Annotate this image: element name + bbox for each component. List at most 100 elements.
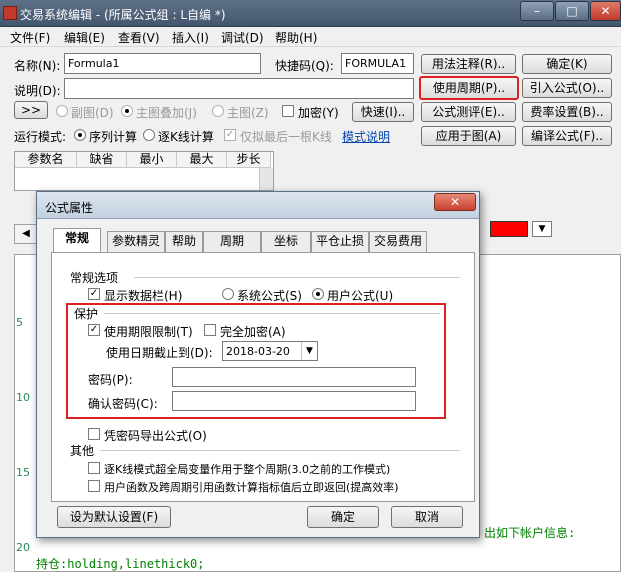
app-icon	[3, 6, 17, 20]
password-label: 密码(P):	[88, 373, 133, 387]
main-chart-radio[interactable]	[212, 105, 224, 117]
menu-bar: 文件(F) 编辑(E) 查看(V) 插入(I) 调试(D) 帮助(H)	[0, 27, 621, 47]
general-options-heading: 常规选项	[70, 271, 119, 285]
dialog-title: 公式属性	[45, 201, 94, 215]
usage-note-button[interactable]: 用法注释(R)..	[421, 54, 516, 74]
menu-edit[interactable]: 编辑(E)	[64, 29, 105, 46]
chevron-down-icon[interactable]: ▼	[301, 342, 317, 360]
name-label: 名称(N):	[14, 59, 61, 73]
formula-properties-dialog: 公式属性 ✕ 常规 参数精灵 帮助 周期 坐标 平仓止损 交易费用 常规选项 ✓…	[36, 191, 480, 538]
tab-period[interactable]: 周期	[203, 231, 261, 252]
line-number-10: 10	[16, 391, 30, 404]
scroll-left-icon[interactable]: ◀	[14, 224, 38, 244]
sequential-radio[interactable]	[74, 129, 86, 141]
expiry-date-picker[interactable]: 2018-03-20 ▼	[222, 341, 318, 361]
formula-test-button[interactable]: 公式测评(E)..	[421, 102, 516, 122]
protection-heading: 保护	[74, 307, 99, 321]
menu-insert[interactable]: 插入(I)	[172, 29, 209, 46]
import-formula-button[interactable]: 引入公式(O)..	[522, 78, 612, 98]
param-header-min: 最小	[127, 152, 177, 168]
tab-trading-fees[interactable]: 交易费用	[369, 231, 427, 252]
main-overlay-radio[interactable]	[121, 105, 133, 117]
compile-formula-button[interactable]: 编译公式(F)..	[522, 126, 612, 146]
other-heading: 其他	[70, 444, 95, 458]
mode-help-link[interactable]: 模式说明	[342, 128, 390, 145]
fee-setting-button[interactable]: 费率设置(B)..	[522, 102, 612, 122]
confirm-button[interactable]: 确定(K)	[522, 54, 612, 74]
use-time-limit-checkbox[interactable]: ✓	[88, 324, 100, 336]
dialog-close-button[interactable]: ✕	[434, 193, 476, 211]
last-bar-only-checkbox[interactable]: ✓	[224, 129, 236, 141]
code-side-text: 出如下帐户信息:	[484, 526, 576, 540]
set-default-button[interactable]: 设为默认设置(F)	[57, 506, 171, 528]
code-line-holding: 持仓:holding,linethick0;	[36, 557, 205, 571]
main-chart-label: 主图(Z)	[227, 106, 269, 120]
global-var-full-period-label: 逐K线模式超全局变量作用于整个周期(3.0之前的工作模式)	[104, 463, 391, 476]
full-encrypt-label: 完全加密(A)	[220, 325, 286, 339]
sequential-label: 序列计算	[89, 130, 138, 144]
confirm-password-input[interactable]	[172, 391, 416, 411]
menu-view[interactable]: 查看(V)	[118, 29, 160, 46]
dialog-ok-button[interactable]: 确定	[307, 506, 379, 528]
param-header-step: 步长	[227, 152, 271, 168]
show-data-bar-checkbox[interactable]: ✓	[88, 288, 100, 300]
global-var-full-period-checkbox[interactable]	[88, 462, 100, 474]
line-number-5: 5	[16, 316, 23, 329]
line-number-20: 20	[16, 541, 30, 554]
param-header-name: 参数名	[15, 152, 77, 168]
encrypt-checkbox[interactable]	[282, 105, 294, 117]
main-overlay-label: 主图叠加(J)	[136, 106, 197, 120]
subchart-label: 副图(D)	[71, 106, 114, 120]
color-dropdown-icon[interactable]: ▼	[532, 221, 552, 237]
user-formula-label: 用户公式(U)	[327, 289, 394, 303]
dialog-tab-strip: 常规 参数精灵 帮助 周期 坐标 平仓止损 交易费用	[51, 228, 471, 253]
dialog-cancel-button[interactable]: 取消	[391, 506, 463, 528]
export-with-password-checkbox[interactable]	[88, 428, 100, 440]
menu-file[interactable]: 文件(F)	[10, 29, 50, 46]
confirm-password-label: 确认密码(C):	[88, 397, 158, 411]
tab-axis[interactable]: 坐标	[261, 231, 311, 252]
param-header-default: 缺省	[77, 152, 127, 168]
minimize-button[interactable]: –	[520, 1, 554, 21]
close-button[interactable]: ✕	[590, 1, 621, 21]
quick-button[interactable]: 快速(I)..	[352, 102, 414, 122]
full-encrypt-checkbox[interactable]	[204, 324, 216, 336]
run-mode-label: 运行模式:	[14, 130, 67, 144]
description-input[interactable]	[64, 78, 414, 99]
apply-to-chart-button[interactable]: 应用于图(A)	[421, 126, 516, 146]
maximize-button[interactable]: □	[555, 1, 589, 21]
param-scrollbar[interactable]	[259, 168, 273, 190]
bar-by-bar-label: 逐K线计算	[158, 130, 214, 144]
return-immediately-label: 用户函数及跨周期引用函数计算指标值后立即返回(提高效率)	[104, 481, 399, 494]
description-label: 说明(D):	[14, 84, 61, 98]
menu-help[interactable]: 帮助(H)	[275, 29, 317, 46]
use-time-limit-label: 使用期限限制(T)	[104, 325, 193, 339]
expiry-date-label: 使用日期截止到(D):	[106, 346, 213, 360]
tab-param-wizard[interactable]: 参数精灵	[107, 231, 165, 252]
bar-by-bar-radio[interactable]	[143, 129, 155, 141]
use-period-button[interactable]: 使用周期(P)..	[419, 76, 519, 100]
system-formula-radio[interactable]	[222, 288, 234, 300]
show-data-bar-label: 显示数据栏(H)	[104, 289, 183, 303]
color-swatch[interactable]	[490, 221, 528, 237]
expand-button[interactable]: >>	[14, 101, 48, 119]
password-input[interactable]	[172, 367, 416, 387]
tab-stop-loss[interactable]: 平仓止损	[311, 231, 369, 252]
window-title: 交易系统编辑 - (所属公式组 : L自编 *)	[20, 8, 226, 22]
line-number-15: 15	[16, 466, 30, 479]
expiry-date-value: 2018-03-20	[226, 345, 290, 358]
menu-debug[interactable]: 调试(D)	[221, 29, 264, 46]
shortcut-input[interactable]: FORMULA1	[341, 53, 414, 74]
last-bar-only-label: 仅拟最后一根K线	[240, 130, 332, 144]
tab-help[interactable]: 帮助	[165, 231, 203, 252]
subchart-radio[interactable]	[56, 105, 68, 117]
param-header-max: 最大	[177, 152, 227, 168]
main-title-bar: 交易系统编辑 - (所属公式组 : L自编 *) – □ ✕	[0, 0, 621, 27]
user-formula-radio[interactable]	[312, 288, 324, 300]
general-options-divider	[134, 277, 460, 278]
return-immediately-checkbox[interactable]	[88, 480, 100, 492]
tab-general[interactable]: 常规	[53, 228, 101, 253]
protection-divider	[104, 313, 440, 314]
name-input[interactable]: Formula1	[64, 53, 261, 74]
param-table[interactable]: 参数名 缺省 最小 最大 步长	[14, 151, 274, 191]
